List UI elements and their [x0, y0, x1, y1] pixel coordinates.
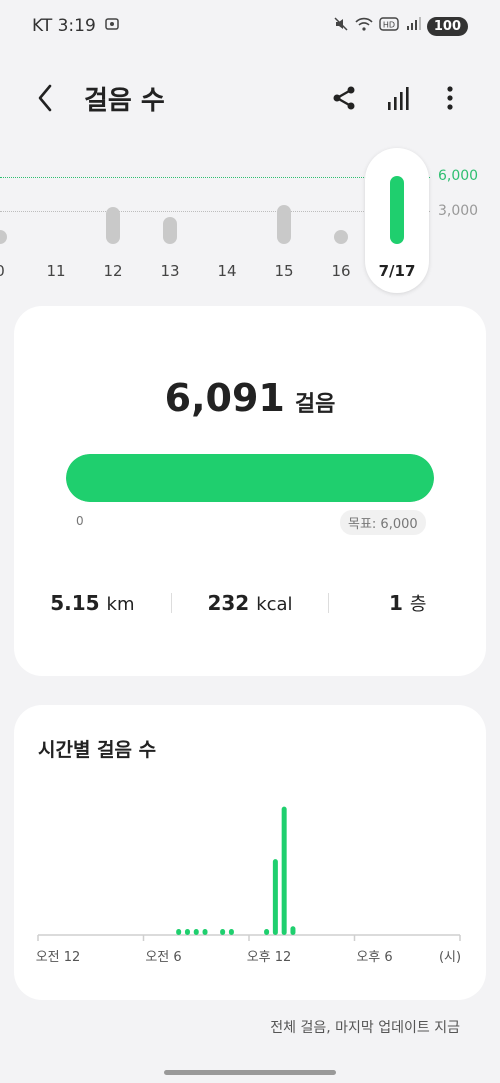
steps-value: 6,091 — [164, 376, 285, 420]
home-indicator[interactable] — [164, 1070, 336, 1075]
goal-progress-fill — [66, 454, 434, 502]
day-bar[interactable] — [163, 217, 177, 244]
share-button[interactable] — [330, 84, 358, 112]
stats-button[interactable] — [384, 84, 414, 114]
day-label[interactable]: 13 — [150, 262, 190, 280]
hourly-bar — [264, 929, 270, 935]
back-icon — [38, 84, 52, 112]
goal-progress-bar — [66, 454, 434, 502]
hourly-axis-label: 오후 12 — [247, 950, 292, 965]
day-label[interactable]: 11 — [36, 262, 76, 280]
day-bar[interactable] — [0, 230, 7, 244]
more-options-button[interactable] — [440, 84, 460, 114]
hourly-bar — [184, 929, 190, 935]
hd-icon: HD — [379, 17, 399, 35]
day-label[interactable]: 0 — [0, 262, 20, 280]
screenshot-icon — [104, 16, 120, 36]
back-button[interactable] — [30, 82, 62, 114]
app-header: 걸음 수 — [0, 70, 500, 126]
hourly-bar — [220, 929, 226, 935]
calories-unit: kcal — [256, 594, 293, 615]
hourly-bar — [193, 929, 199, 935]
calories-metric: 232 kcal — [172, 591, 329, 615]
summary-card: 6,091 걸음 0 목표: 6,000 5.15 km 232 kcal 1 층 — [14, 306, 486, 676]
calories-value: 232 — [207, 591, 250, 615]
selected-day-bar[interactable] — [390, 175, 404, 244]
svg-text:HD: HD — [383, 21, 395, 30]
more-icon — [447, 86, 453, 110]
floors-value: 1 — [388, 591, 403, 615]
distance-value: 5.15 — [50, 591, 100, 615]
stats-icon — [388, 87, 409, 110]
progress-min-label: 0 — [76, 514, 84, 528]
steps-unit: 걸음 — [294, 392, 336, 417]
hourly-steps-card[interactable]: 시간별 걸음 수 오전 12 오전 6 오후 12 오후 6 (시) — [14, 705, 486, 1000]
steps-total: 6,091 걸음 — [14, 376, 486, 420]
hourly-bar — [176, 929, 182, 935]
hourly-bar — [202, 929, 208, 935]
day-bar[interactable] — [334, 230, 348, 244]
selected-day-label: 7/17 — [378, 262, 416, 280]
hourly-steps-chart: 오전 12 오전 6 오후 12 오후 6 (시) — [36, 806, 461, 965]
status-bar: KT 3:19 HD 100 — [0, 0, 500, 52]
update-note: 전체 걸음, 마지막 업데이트 지금 — [270, 1020, 460, 1036]
day-label[interactable]: 14 — [207, 262, 247, 280]
page-title: 걸음 수 — [84, 86, 165, 116]
day-bar[interactable] — [106, 207, 120, 244]
wifi-icon — [355, 16, 373, 36]
floors-unit: 층 — [409, 594, 427, 615]
hourly-bar — [272, 859, 278, 935]
share-icon — [333, 86, 355, 110]
battery-indicator: 100 — [426, 16, 468, 36]
floors-metric: 1 층 — [329, 590, 486, 616]
signal-icon — [405, 17, 421, 35]
goal-badge[interactable]: 목표: 6,000 — [340, 510, 426, 535]
day-label[interactable]: 16 — [321, 262, 361, 280]
goal-gridline-label: 6,000 — [438, 168, 479, 184]
mid-gridline-label: 3,000 — [438, 203, 479, 219]
hourly-bar — [290, 926, 296, 935]
distance-unit: km — [106, 594, 135, 615]
hourly-axis-label: 오전 6 — [145, 950, 181, 965]
day-bar[interactable] — [277, 204, 291, 244]
mute-icon — [333, 16, 349, 36]
day-label[interactable]: 12 — [93, 262, 133, 280]
carrier-time: KT 3:19 — [32, 16, 96, 36]
hourly-axis-label: 오전 12 — [36, 950, 81, 965]
day-label[interactable]: 15 — [264, 262, 304, 280]
distance-metric: 5.15 km — [14, 591, 171, 615]
metrics-row: 5.15 km 232 kcal 1 층 — [14, 588, 486, 618]
hourly-bar — [281, 806, 287, 935]
hourly-bar — [228, 929, 234, 935]
daily-steps-chart: 6,000 3,000 7/17 0 11 12 13 14 15 16 — [0, 140, 500, 300]
hourly-axis-label: 오후 6 — [356, 950, 392, 965]
hourly-axis-label: (시) — [439, 950, 461, 965]
